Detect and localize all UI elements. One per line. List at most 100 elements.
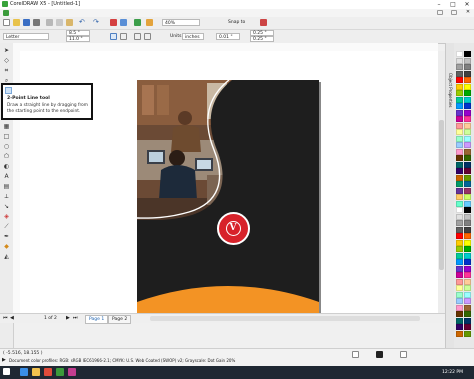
color-swatch[interactable] [456,330,463,337]
color-swatch[interactable] [456,187,463,194]
color-swatch[interactable] [456,161,463,168]
document-page[interactable]: V [137,80,319,314]
color-swatch[interactable] [464,278,471,285]
color-swatch[interactable] [456,168,463,174]
color-swatch[interactable] [464,226,471,233]
color-swatch[interactable] [464,122,471,129]
print-icon[interactable] [33,19,40,26]
color-swatch[interactable] [464,96,471,103]
color-swatch[interactable] [464,220,471,226]
color-swatch[interactable] [464,285,471,291]
crop-tool-icon[interactable]: ⌗ [3,67,10,74]
doc-restore-icon[interactable] [451,10,457,15]
color-swatch[interactable] [456,304,463,311]
color-swatch[interactable] [464,233,471,239]
color-swatch[interactable] [456,265,463,272]
color-swatch[interactable] [464,246,471,252]
eyedropper-tool-icon[interactable]: ⟋ [3,223,10,230]
duplicate-y-input[interactable]: 0.25 " [250,36,274,42]
color-swatch[interactable] [464,142,471,148]
color-profile-arrow-icon[interactable]: ▶ [2,357,8,363]
page-tab-2[interactable]: Page 2 [108,315,132,324]
color-swatch[interactable] [456,83,463,90]
pick-tool-icon[interactable]: ➤ [3,47,10,54]
outline-indicator-icon[interactable] [376,351,383,358]
next-page-icon[interactable]: ▶ [66,315,73,322]
smart-fill-tool-icon[interactable]: ▦ [3,123,10,130]
color-swatch[interactable] [456,122,463,129]
color-swatch[interactable] [456,298,463,304]
color-swatch[interactable] [464,252,471,259]
current-page-icon[interactable] [144,33,151,40]
minimize-button[interactable]: – [432,0,446,9]
basic-shapes-tool-icon[interactable]: ◐ [3,163,10,170]
color-indicator-icon[interactable] [400,351,407,358]
taskbar-coreldraw-icon[interactable] [56,368,64,376]
redo-icon[interactable]: ↷ [93,19,100,26]
color-swatch[interactable] [464,200,471,207]
color-swatch[interactable] [464,148,471,155]
windows-start-icon[interactable] [3,368,10,375]
prev-page-icon[interactable]: ◀ [10,315,17,322]
connector-tool-icon[interactable]: ↘ [3,203,10,210]
vertical-scroll-thumb[interactable] [439,120,444,270]
last-page-icon[interactable]: ⏭ [73,315,80,322]
color-swatch[interactable] [464,161,471,168]
color-swatch[interactable] [456,90,463,96]
color-swatch[interactable] [464,51,471,57]
cut-icon[interactable] [46,19,53,26]
blend-tool-icon[interactable]: ◈ [3,213,10,220]
color-swatch[interactable] [456,246,463,252]
color-swatch[interactable] [464,103,471,109]
color-swatch[interactable] [464,181,471,187]
all-pages-icon[interactable] [134,33,141,40]
document-icon[interactable] [3,10,9,16]
color-swatch[interactable] [456,155,463,161]
color-swatch[interactable] [456,194,463,200]
color-swatch[interactable] [456,252,463,259]
color-swatch[interactable] [464,194,471,200]
color-swatch[interactable] [464,155,471,161]
maximize-button[interactable]: □ [446,0,460,9]
color-swatch[interactable] [464,272,471,278]
color-swatch[interactable] [464,213,471,220]
taskbar-app-icon[interactable] [68,368,76,376]
color-swatch[interactable] [464,311,471,317]
docker-tab-object-properties[interactable]: Object Properties [447,73,453,133]
color-swatch[interactable] [464,324,471,330]
interactive-fill-tool-icon[interactable]: ◭ [3,253,10,260]
color-swatch[interactable] [456,278,463,285]
rectangle-tool-icon[interactable]: □ [3,133,10,140]
color-swatch[interactable] [464,265,471,272]
color-swatch[interactable] [456,317,463,324]
color-swatch[interactable] [456,64,463,70]
color-swatch[interactable] [464,168,471,174]
color-swatch[interactable] [456,103,463,109]
copy-icon[interactable] [56,19,63,26]
color-swatch[interactable] [456,142,463,148]
color-swatch[interactable] [456,181,463,187]
color-swatch[interactable] [464,330,471,337]
color-swatch[interactable] [456,291,463,298]
color-swatch[interactable] [456,148,463,155]
color-swatch[interactable] [464,259,471,265]
open-icon[interactable] [13,19,20,26]
fill-tool-icon[interactable]: ◆ [3,243,10,250]
two-point-line-tool-icon[interactable] [5,87,12,94]
fill-indicator-icon[interactable] [352,351,359,358]
nudge-distance-input[interactable]: 0.01 " [216,33,240,40]
page-size-select[interactable]: Letter [3,33,49,40]
text-tool-icon[interactable]: A [3,173,10,180]
welcome-icon[interactable] [146,19,153,26]
color-swatch[interactable] [464,116,471,122]
portrait-icon[interactable] [110,33,117,40]
paste-icon[interactable] [66,19,73,26]
color-swatch[interactable] [456,259,463,265]
color-swatch[interactable] [464,298,471,304]
color-swatch[interactable] [456,233,463,239]
color-swatch[interactable] [456,96,463,103]
color-swatch[interactable] [456,200,463,207]
color-swatch[interactable] [456,226,463,233]
save-icon[interactable] [23,19,30,26]
color-swatch[interactable] [464,77,471,83]
